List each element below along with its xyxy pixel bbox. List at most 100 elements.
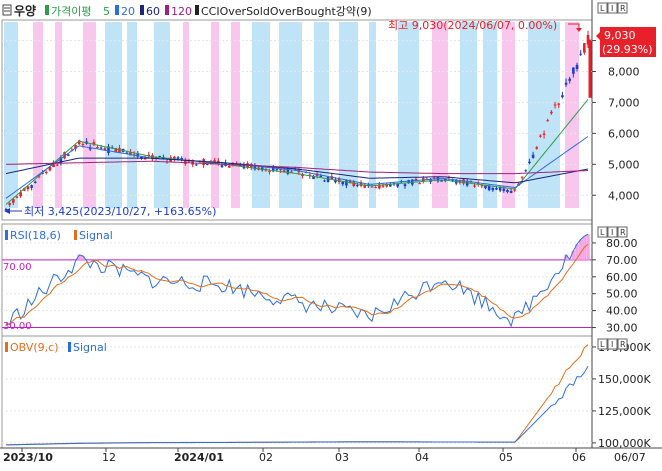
candle-body [8, 203, 11, 205]
svg-text:L: L [600, 228, 605, 237]
x-tick-label: 06 [572, 451, 586, 464]
x-tick-label: 2023/10 [3, 451, 53, 464]
candle-body [491, 187, 495, 191]
candle-body [553, 104, 557, 106]
candle-body [528, 161, 531, 164]
candle-body [513, 189, 517, 191]
rsi-level-30-label: 30.00 [3, 321, 32, 332]
panel-buttons-rsi[interactable]: L I R [597, 226, 628, 238]
cci-band [4, 22, 18, 208]
candle-body [495, 188, 498, 190]
candle-body [341, 181, 345, 185]
y-tick-label: 7,000 [608, 96, 640, 109]
candle-body [583, 43, 586, 53]
svg-text:I: I [611, 4, 613, 13]
candle-body [484, 185, 487, 189]
candle-body [531, 154, 535, 159]
cci-band [105, 22, 122, 208]
menu-icon[interactable] [2, 4, 12, 16]
x-tick-label: 2024/01 [174, 451, 224, 464]
cci-band [565, 22, 579, 208]
candle-body [213, 160, 216, 162]
y-tick-label: 125,000K [598, 405, 651, 418]
candle-body [473, 185, 476, 187]
candle-body [539, 135, 542, 137]
rsi-overbought-fill [586, 234, 590, 260]
x-tick-label: 02 [259, 451, 273, 464]
x-tick-label: 05 [499, 451, 513, 464]
candle-body [30, 185, 33, 188]
cci-band [252, 22, 270, 208]
obv-signal-legend: Signal [73, 341, 107, 354]
ma20-label: 20 [121, 5, 135, 18]
svg-text:L: L [600, 4, 605, 13]
cci-band [528, 22, 560, 208]
candle-body [319, 175, 323, 177]
candle-body [15, 196, 19, 198]
candle-body [506, 189, 509, 192]
candle-body [381, 185, 385, 187]
y-tick-label: 8,000 [608, 66, 640, 79]
cci-band [211, 22, 219, 208]
cci-band [369, 22, 376, 208]
candle-body [96, 146, 99, 149]
candle-body [227, 165, 231, 168]
candle-body [44, 171, 48, 173]
panel-buttons-main[interactable]: L I R [597, 2, 628, 14]
candle-body [572, 67, 575, 74]
x-tick-label: 12 [102, 451, 116, 464]
candle-body [509, 191, 513, 193]
candle-body [579, 53, 582, 55]
y-tick-label: 4,000 [608, 189, 640, 202]
candle-body [546, 120, 550, 122]
cci-band [231, 22, 240, 208]
candle-body [345, 180, 348, 186]
candle-body [374, 187, 377, 189]
candle-body [81, 144, 85, 146]
header: 우양 가격이평 5 20 60 120 CCIOverSoldOverBough… [2, 2, 628, 18]
svg-text:R: R [620, 4, 626, 13]
candle-body [498, 187, 502, 191]
candle-body [389, 184, 392, 187]
cci-band [502, 22, 515, 208]
ma60-label: 60 [146, 5, 160, 18]
panel-buttons-obv[interactable]: L I R [597, 338, 628, 350]
last-change: (29.93%) [602, 43, 653, 56]
y-tick-label: 60.00 [606, 271, 638, 284]
candle-body [356, 185, 359, 187]
candle-body [158, 155, 162, 157]
svg-text:R: R [620, 340, 626, 349]
x-tick-label: 04 [415, 451, 429, 464]
y-tick-label: 50.00 [606, 288, 638, 301]
y-tick-label: 30.00 [606, 322, 638, 335]
y-tick-label: 40.00 [606, 305, 638, 318]
candle-body [535, 147, 539, 149]
candle-body [568, 78, 571, 81]
candle-body [352, 181, 356, 186]
cci-band [55, 22, 62, 208]
candle-body [520, 176, 524, 178]
ma-label: 가격이평 [51, 5, 91, 18]
y-tick-label: 70.00 [606, 254, 638, 267]
rsi-overbought-fill [578, 239, 583, 260]
rsi-legend: RSI(18,6) [10, 229, 61, 242]
rsi-signal-legend: Signal [79, 229, 113, 242]
candle-body [220, 165, 224, 168]
candle-body [542, 133, 546, 135]
candle-body [268, 171, 271, 173]
y-tick-label: 100,000K [598, 437, 651, 450]
candle-body [502, 188, 506, 191]
candle-body [564, 82, 568, 85]
high-annotation: 최고 9,030(2024/06/07, 0.00%) [388, 19, 557, 32]
cci-band [183, 22, 189, 208]
ma5-label: 5 [103, 5, 110, 18]
y-tick-label: 150,000K [598, 373, 651, 386]
x-axis: 2023/10 12 2024/01 02 03 04 05 06 06/07 [3, 451, 646, 464]
svg-text:I: I [611, 228, 613, 237]
cci-band [127, 22, 137, 208]
candle-body [323, 180, 326, 182]
cci-band [154, 22, 170, 208]
rsi-level-70-label: 70.00 [3, 262, 32, 273]
y-tick-label: 6,000 [608, 127, 640, 140]
y-tick-label: 5,000 [608, 158, 640, 171]
